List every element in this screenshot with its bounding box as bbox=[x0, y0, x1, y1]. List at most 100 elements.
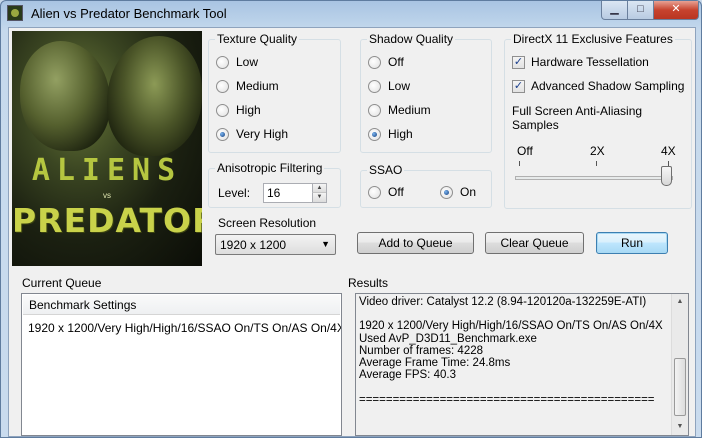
scrollbar-thumb[interactable] bbox=[674, 358, 686, 416]
spin-up-icon[interactable]: ▲ bbox=[312, 184, 326, 193]
close-button[interactable]: ✕ bbox=[653, 1, 699, 20]
minimize-icon: ▁ bbox=[610, 3, 619, 15]
clear-queue-button[interactable]: Clear Queue bbox=[485, 232, 584, 254]
spin-down-icon[interactable]: ▼ bbox=[312, 193, 326, 202]
screen-resolution-label: Screen Resolution bbox=[216, 216, 319, 230]
poster-title-aliens: ALIENS bbox=[31, 153, 183, 188]
results-line: Average FPS: 40.3 bbox=[359, 369, 456, 382]
aa-tick-label-off: Off bbox=[517, 144, 533, 158]
anti-aliasing-slider-track[interactable] bbox=[515, 176, 673, 180]
radio-button[interactable] bbox=[368, 79, 381, 93]
screen-resolution-dropdown[interactable]: 1920 x 1200 ▼ bbox=[215, 234, 336, 255]
radio-button-selected[interactable] bbox=[368, 127, 381, 141]
anti-aliasing-label: Full Screen Anti-Aliasing Samples bbox=[512, 104, 643, 132]
results-line: Average Frame Time: 24.8ms bbox=[359, 357, 511, 370]
radio-button[interactable] bbox=[216, 79, 229, 93]
game-poster-image: ALIENS vs PREDATOR bbox=[12, 31, 202, 266]
checkbox-checked[interactable]: ✓ bbox=[512, 79, 525, 93]
radio-label: Off bbox=[388, 55, 404, 69]
current-queue-list[interactable]: Benchmark Settings 1920 x 1200/Very High… bbox=[21, 293, 342, 436]
anisotropic-filtering-label: Anisotropic Filtering bbox=[215, 161, 325, 175]
results-textbox[interactable]: Video driver: Catalyst 12.2 (8.94-120120… bbox=[355, 293, 689, 436]
texture-quality-label: Texture Quality bbox=[215, 32, 300, 46]
minimize-button[interactable]: ▁ bbox=[601, 1, 628, 20]
aa-tick-mark bbox=[519, 161, 520, 166]
current-queue-label: Current Queue bbox=[22, 276, 102, 290]
aa-tick-mark bbox=[596, 161, 597, 166]
ssao-on-radio[interactable]: On bbox=[440, 184, 476, 200]
client-area: ALIENS vs PREDATOR Texture Quality Low M… bbox=[8, 27, 696, 437]
radio-label: Off bbox=[388, 185, 404, 199]
shadow-medium-radio[interactable]: Medium bbox=[368, 102, 431, 118]
radio-button[interactable] bbox=[216, 55, 229, 69]
texture-medium-radio[interactable]: Medium bbox=[216, 78, 279, 94]
app-window: Alien vs Predator Benchmark Tool ▁ □ ✕ A… bbox=[0, 0, 702, 438]
shadow-off-radio[interactable]: Off bbox=[368, 54, 404, 70]
ssao-group: SSAO Off On bbox=[360, 163, 492, 208]
title-bar[interactable]: Alien vs Predator Benchmark Tool ▁ □ ✕ bbox=[1, 1, 701, 27]
radio-button[interactable] bbox=[368, 185, 381, 199]
aa-tick-label-4x: 4X bbox=[661, 144, 676, 158]
shadow-quality-label: Shadow Quality bbox=[367, 32, 456, 46]
shadow-quality-group: Shadow Quality Off Low Medium High bbox=[360, 32, 492, 153]
radio-label: On bbox=[460, 185, 477, 199]
results-line: Video driver: Catalyst 12.2 (8.94-120120… bbox=[359, 296, 647, 308]
checkbox-label: Advanced Shadow Sampling bbox=[531, 79, 685, 93]
close-icon: ✕ bbox=[671, 3, 681, 15]
maximize-button[interactable]: □ bbox=[627, 1, 654, 20]
texture-high-radio[interactable]: High bbox=[216, 102, 261, 118]
radio-label: Very High bbox=[236, 127, 289, 141]
predator-head-art bbox=[107, 36, 202, 156]
window-title: Alien vs Predator Benchmark Tool bbox=[31, 6, 227, 21]
radio-button[interactable] bbox=[368, 55, 381, 69]
radio-label: High bbox=[388, 127, 413, 141]
radio-label: Low bbox=[236, 55, 259, 69]
hardware-tessellation-checkbox[interactable]: ✓ Hardware Tessellation bbox=[512, 54, 649, 70]
ssao-off-radio[interactable]: Off bbox=[368, 184, 404, 200]
results-line: Number of frames: 4228 bbox=[359, 344, 484, 357]
anisotropic-level-spinner[interactable]: 16 ▲ ▼ bbox=[263, 183, 327, 203]
add-to-queue-button[interactable]: Add to Queue bbox=[357, 232, 474, 254]
results-line bbox=[359, 308, 663, 320]
scroll-down-icon[interactable]: ▼ bbox=[672, 419, 688, 435]
texture-low-radio[interactable]: Low bbox=[216, 54, 258, 70]
radio-label: Medium bbox=[388, 103, 431, 117]
results-line: ========================================… bbox=[359, 393, 655, 406]
list-item[interactable]: 1920 x 1200/Very High/High/16/SSAO On/TS… bbox=[28, 321, 341, 335]
directx11-features-label: DirectX 11 Exclusive Features bbox=[511, 32, 675, 46]
checkbox-checked[interactable]: ✓ bbox=[512, 55, 525, 69]
maximize-icon: □ bbox=[637, 3, 644, 15]
results-line: Used AvP_D3D11_Benchmark.exe bbox=[359, 332, 537, 345]
queue-column-header[interactable]: Benchmark Settings bbox=[23, 295, 340, 315]
radio-label: Medium bbox=[236, 79, 279, 93]
anti-aliasing-slider-thumb[interactable] bbox=[661, 166, 672, 186]
texture-quality-group: Texture Quality Low Medium High Very Hig… bbox=[208, 32, 341, 153]
results-scrollbar[interactable]: ▲ ▼ bbox=[671, 294, 688, 435]
level-label: Level: bbox=[218, 186, 251, 200]
radio-button[interactable] bbox=[368, 103, 381, 117]
anisotropic-filtering-group: Anisotropic Filtering Level: 16 ▲ ▼ bbox=[208, 161, 341, 208]
aa-tick-label-2x: 2X bbox=[590, 144, 605, 158]
radio-label: Low bbox=[388, 79, 411, 93]
chevron-down-icon: ▼ bbox=[321, 239, 330, 249]
poster-title-predator: PREDATOR bbox=[12, 201, 202, 240]
scroll-up-icon[interactable]: ▲ bbox=[672, 294, 688, 310]
alien-head-art bbox=[20, 41, 110, 151]
advanced-shadow-sampling-checkbox[interactable]: ✓ Advanced Shadow Sampling bbox=[512, 78, 684, 94]
poster-title-vs: vs bbox=[103, 191, 111, 200]
shadow-low-radio[interactable]: Low bbox=[368, 78, 410, 94]
radio-button-selected[interactable] bbox=[440, 185, 453, 199]
anisotropic-level-value[interactable]: 16 bbox=[267, 186, 280, 200]
radio-button[interactable] bbox=[216, 103, 229, 117]
ssao-label: SSAO bbox=[367, 163, 405, 177]
texture-very-high-radio[interactable]: Very High bbox=[216, 126, 288, 142]
run-button[interactable]: Run bbox=[596, 232, 668, 254]
radio-label: High bbox=[236, 103, 261, 117]
app-icon bbox=[7, 5, 23, 21]
results-text: Video driver: Catalyst 12.2 (8.94-120120… bbox=[359, 296, 663, 406]
shadow-high-radio[interactable]: High bbox=[368, 126, 413, 142]
screen-resolution-value: 1920 x 1200 bbox=[220, 238, 287, 252]
results-line bbox=[359, 381, 663, 393]
radio-button-selected[interactable] bbox=[216, 127, 229, 141]
results-label: Results bbox=[348, 276, 389, 290]
